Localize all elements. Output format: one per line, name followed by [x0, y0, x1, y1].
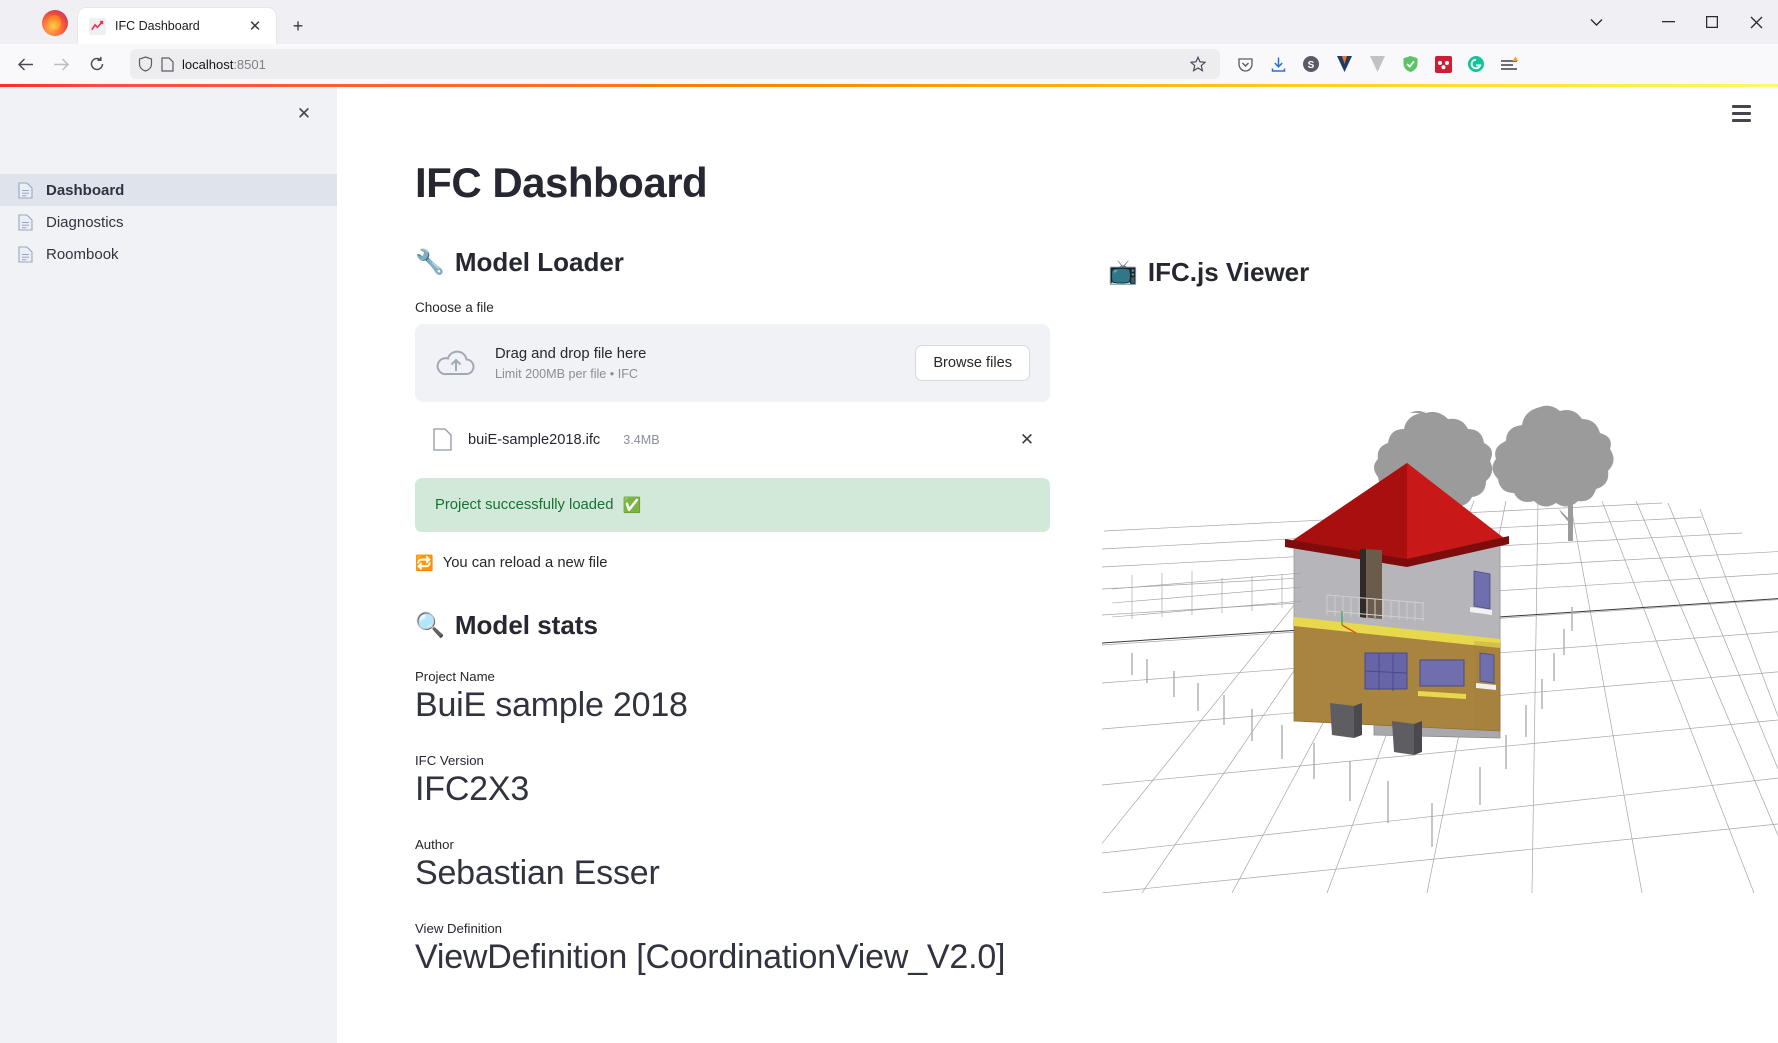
browser-tab[interactable]: IFC Dashboard ✕ — [78, 8, 276, 44]
metric-value: Sebastian Esser — [415, 854, 660, 892]
ifc-3d-viewer-canvas[interactable] — [1102, 353, 1778, 893]
shield-icon — [138, 56, 153, 72]
forward-button[interactable] — [44, 48, 78, 80]
magnifier-icon: 🔍 — [415, 612, 445, 639]
sidebar-item-label: Dashboard — [46, 181, 125, 199]
page-title: IFC Dashboard — [415, 159, 708, 206]
list-all-tabs-icon[interactable] — [1574, 2, 1618, 42]
check-mark-icon: ✅ — [622, 497, 642, 514]
repeat-icon: 🔁 — [415, 555, 434, 572]
model-stats-heading: 🔍 Model stats — [415, 610, 1050, 641]
close-window-button[interactable] — [1734, 2, 1778, 42]
document-icon — [18, 245, 35, 263]
chart-line-icon — [89, 17, 106, 35]
dropzone-text: Drag and drop file here Limit 200MB per … — [495, 346, 897, 381]
success-alert-text: Project successfully loaded — [435, 497, 614, 513]
metric-label: IFC Version — [415, 753, 484, 768]
uploaded-file-name: buiE-sample2018.ifc — [468, 432, 601, 448]
sidebar-item-label: Diagnostics — [46, 213, 124, 231]
content-block: IFC Dashboard 🔧 Model Loader Choose a fi… — [415, 159, 1778, 977]
pocket-icon[interactable] — [1230, 49, 1260, 79]
metric-value: ViewDefinition [CoordinationView_V2.0] — [415, 938, 1006, 976]
extension-v-blue-icon[interactable] — [1329, 49, 1359, 79]
tab-title: IFC Dashboard — [115, 19, 200, 33]
sidebar-close-icon[interactable]: ✕ — [289, 99, 319, 129]
file-icon — [433, 428, 453, 452]
extension-shield-green-icon[interactable] — [1395, 49, 1425, 79]
tab-close-icon[interactable]: ✕ — [242, 13, 268, 39]
metric-label: Author — [415, 837, 454, 852]
url-text: localhost:8501 — [182, 57, 1176, 72]
metric-value: IFC2X3 — [415, 770, 530, 808]
reload-button[interactable] — [80, 48, 114, 80]
page-document-icon — [161, 56, 174, 72]
sidebar-item-label: Roombook — [46, 245, 119, 263]
browser-window: IFC Dashboard ✕ + localhost:8501 S ✕ Das… — [0, 0, 1778, 1043]
extension-s-icon[interactable]: S — [1296, 49, 1326, 79]
window-controls — [1574, 0, 1778, 44]
model-stats-heading-text: Model stats — [454, 610, 598, 640]
television-icon: 📺 — [1108, 259, 1138, 286]
cloud-upload-icon — [435, 342, 477, 384]
hamburger-menu-icon[interactable] — [1726, 99, 1756, 127]
viewer-heading-text: IFC.js Viewer — [1147, 257, 1310, 287]
minimize-button[interactable] — [1646, 2, 1690, 42]
document-icon — [18, 213, 35, 231]
bookmark-star-icon[interactable] — [1184, 50, 1212, 78]
sidebar-item-diagnostics[interactable]: Diagnostics — [0, 206, 337, 238]
model-loader-heading-text: Model Loader — [454, 247, 624, 277]
firefox-logo-icon — [42, 10, 68, 36]
uploaded-file-row: buiE-sample2018.ifc 3.4MB ✕ — [415, 416, 1050, 464]
downloads-icon[interactable] — [1263, 49, 1293, 79]
left-column: 🔧 Model Loader Choose a file Drag and dr… — [415, 247, 1050, 977]
url-host: localhost — [182, 56, 234, 72]
url-port: :8501 — [233, 56, 266, 72]
two-column-layout: 🔧 Model Loader Choose a file Drag and dr… — [415, 247, 1778, 977]
metric-ifc-version: IFC Version IFC2X3 — [415, 753, 1050, 809]
back-button[interactable] — [8, 48, 42, 80]
extension-v-grey-icon[interactable] — [1362, 49, 1392, 79]
viewer-heading: 📺 IFC.js Viewer — [1108, 257, 1778, 288]
metric-author: Author Sebastian Esser — [415, 837, 1050, 893]
choose-file-label: Choose a file — [415, 300, 494, 315]
extension-red-icon[interactable] — [1428, 49, 1458, 79]
streamlit-app: ✕ Dashboard Diagnostics Roombook IFC Das… — [0, 84, 1778, 1043]
tab-strip: IFC Dashboard ✕ + — [0, 0, 1778, 44]
sidebar-item-roombook[interactable]: Roombook — [0, 238, 337, 270]
right-column: 📺 IFC.js Viewer — [1102, 247, 1778, 977]
reload-hint-text: You can reload a new file — [442, 555, 608, 571]
metric-project-name: Project Name BuiE sample 2018 — [415, 669, 1050, 725]
grammarly-icon[interactable] — [1461, 49, 1491, 79]
sidebar-item-dashboard[interactable]: Dashboard — [0, 174, 337, 206]
metric-view-definition: View Definition ViewDefinition [Coordina… — [415, 921, 1050, 977]
success-alert: Project successfully loaded ✅ — [415, 478, 1050, 532]
remove-file-icon[interactable]: ✕ — [1014, 430, 1040, 450]
app-menu-icon[interactable] — [1494, 49, 1524, 79]
navigation-toolbar: localhost:8501 S — [0, 44, 1778, 84]
loading-progress-bar — [0, 84, 1778, 87]
dropzone-limit-text: Limit 200MB per file • IFC — [495, 366, 638, 381]
uploaded-file-size: 3.4MB — [623, 433, 660, 447]
sidebar: ✕ Dashboard Diagnostics Roombook — [0, 87, 337, 1043]
maximize-button[interactable] — [1690, 2, 1734, 42]
wrench-icon: 🔧 — [415, 249, 445, 276]
extensions-toolbar: S — [1230, 49, 1528, 79]
metric-label: Project Name — [415, 669, 495, 684]
model-loader-heading: 🔧 Model Loader — [415, 247, 1050, 278]
reload-hint: 🔁 You can reload a new file — [415, 554, 1050, 572]
new-tab-button[interactable]: + — [285, 13, 311, 39]
file-dropzone[interactable]: Drag and drop file here Limit 200MB per … — [415, 324, 1050, 402]
metric-label: View Definition — [415, 921, 502, 936]
svg-text:S: S — [1308, 60, 1315, 71]
main-content: IFC Dashboard 🔧 Model Loader Choose a fi… — [337, 87, 1778, 1043]
document-icon — [18, 181, 35, 199]
dropzone-main-text: Drag and drop file here — [495, 345, 647, 362]
metric-value: BuiE sample 2018 — [415, 686, 688, 724]
browse-files-button[interactable]: Browse files — [915, 345, 1030, 381]
url-bar[interactable]: localhost:8501 — [130, 49, 1220, 79]
sidebar-nav-list: Dashboard Diagnostics Roombook — [0, 174, 337, 270]
